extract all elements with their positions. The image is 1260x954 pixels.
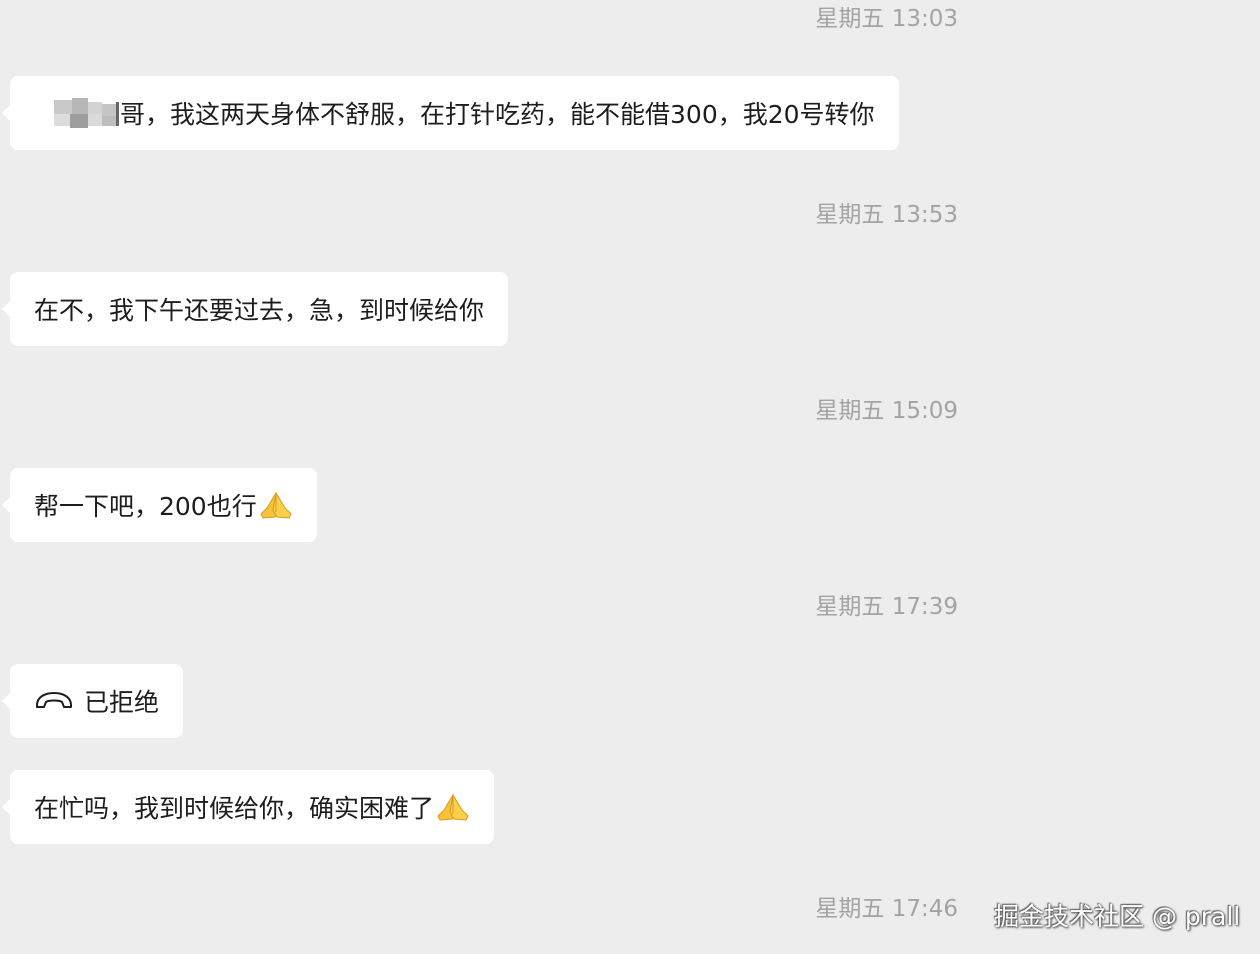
- timestamp: 星期五 17:46: [815, 896, 958, 922]
- call-status: 已拒绝: [84, 688, 160, 717]
- folded-hands-icon: [260, 491, 292, 519]
- phone-hangup-icon: [36, 692, 72, 708]
- message-bubble[interactable]: 在不，我下午还要过去，急，到时候给你: [1, 272, 509, 346]
- message-text: 哥，我这两天身体不舒服，在打针吃药，能不能借300，我20号转你: [120, 100, 875, 129]
- message-text: 帮一下吧，200也行: [34, 492, 257, 521]
- blurred-sender-name: [34, 94, 119, 132]
- timestamp: 星期五 15:09: [815, 398, 958, 424]
- message-text: 在忙吗，我到时候给你，确实困难了: [34, 794, 435, 823]
- folded-hands-icon: [437, 793, 469, 821]
- chat-history[interactable]: 星期五 13:03 哥，我这两天身体不舒服，在打针吃药，能不能借300，我20号…: [0, 0, 1260, 954]
- timestamp: 星期五 13:53: [815, 202, 958, 228]
- timestamp: 星期五 17:39: [815, 594, 958, 620]
- message-bubble[interactable]: 在忙吗，我到时候给你，确实困难了: [1, 770, 495, 844]
- timestamp: 星期五 13:03: [815, 6, 958, 32]
- message-bubble[interactable]: 帮一下吧，200也行: [2, 468, 317, 542]
- call-bubble[interactable]: 已拒绝: [1, 664, 184, 738]
- message-text: 在不，我下午还要过去，急，到时候给你: [34, 296, 485, 325]
- watermark: 掘金技术社区 @ prall: [994, 902, 1241, 931]
- message-bubble[interactable]: 哥，我这两天身体不舒服，在打针吃药，能不能借300，我20号转你: [2, 76, 899, 150]
